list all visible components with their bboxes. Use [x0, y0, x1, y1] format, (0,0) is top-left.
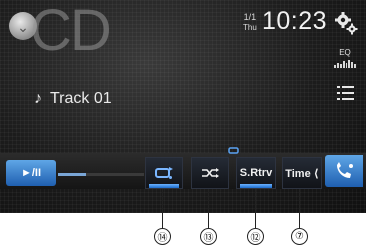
date-value: 1/1 [243, 12, 257, 22]
callout-line [255, 189, 256, 228]
track-info: ♪ Track 01 [34, 90, 112, 108]
eq-label: EQ [339, 48, 351, 57]
date-display: 1/1 Thu [243, 13, 257, 32]
repeat-icon [155, 167, 173, 179]
sound-retriever-active-indicator [240, 184, 272, 188]
list-icon[interactable] [337, 86, 354, 100]
callout-14: ⑭ [154, 228, 171, 245]
callout-12: ⑫ [247, 228, 264, 245]
weekday-value: Thu [243, 23, 257, 32]
clock: 10:23 [262, 7, 328, 35]
time-button[interactable]: Time ⟨ [282, 157, 322, 189]
callout-13: ⑬ [200, 228, 217, 245]
music-note-icon: ♪ [34, 90, 42, 107]
eq-button[interactable]: EQ [334, 49, 356, 68]
gear-icon[interactable] [334, 11, 358, 35]
eq-icon [334, 60, 356, 68]
time-label: Time ⟨ [285, 167, 319, 180]
shuffle-icon [202, 168, 219, 178]
progress-bar[interactable] [58, 173, 144, 176]
av-source-screen: ⌄ CD 1/1 Thu 10:23 EQ ♪ Track 01 ►/II S.… [0, 0, 366, 213]
phone-button[interactable] [325, 155, 363, 187]
source-title: CD [30, 0, 112, 63]
repeat-active-indicator [149, 184, 179, 188]
callout-7: ⑦ [291, 228, 308, 245]
repeat-button[interactable] [145, 157, 183, 189]
repeat-indicator-icon [228, 147, 239, 154]
callout-line [162, 189, 163, 228]
play-pause-button[interactable]: ►/II [6, 160, 56, 186]
sound-retriever-label: S.Rtrv [239, 167, 273, 179]
callout-line [299, 189, 300, 228]
progress-fill [58, 173, 86, 176]
shuffle-button[interactable] [191, 157, 229, 189]
track-name: Track 01 [50, 90, 112, 107]
play-pause-label: ►/II [20, 167, 42, 179]
callout-line [208, 189, 209, 228]
chevron-down-icon: ⌄ [17, 19, 29, 35]
phone-icon [337, 162, 353, 178]
sound-retriever-button[interactable]: S.Rtrv [236, 157, 276, 189]
